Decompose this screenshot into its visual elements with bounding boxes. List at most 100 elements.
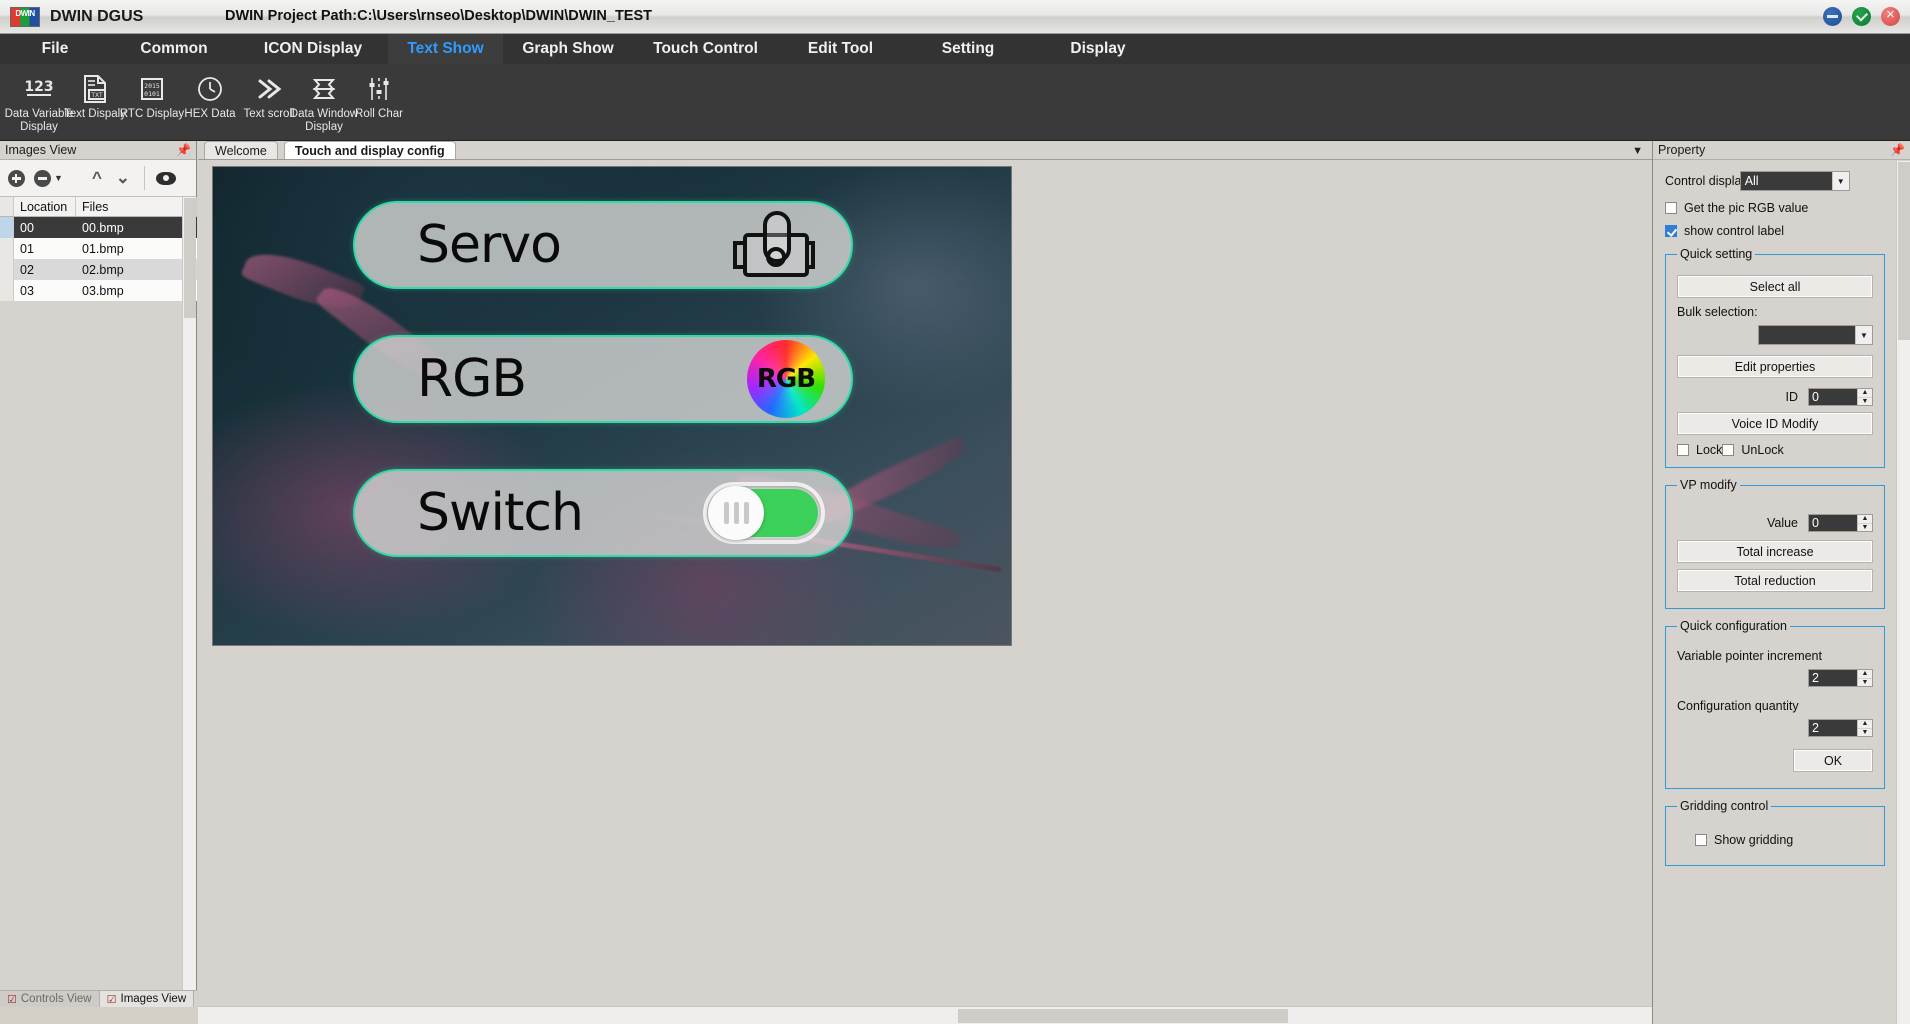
checkbox-label: UnLock [1741, 443, 1784, 457]
variable-pointer-increment-stepper[interactable]: 2 ▲ ▼ [1808, 669, 1873, 687]
design-control-switch[interactable]: Switch [353, 469, 853, 557]
title-bar: DWIN DGUS DWIN Project Path:C:\Users\rns… [0, 0, 1910, 34]
menu-item-graph-show[interactable]: Graph Show [503, 34, 633, 64]
variable-pointer-increment-value: 2 [1809, 670, 1857, 686]
remove-image-button[interactable] [30, 166, 54, 190]
lock-checkbox[interactable]: Lock [1677, 443, 1722, 457]
vp-value: 0 [1809, 515, 1857, 531]
maximize-button[interactable] [1852, 7, 1871, 26]
images-view-title: Images View [5, 143, 77, 157]
id-value: 0 [1809, 389, 1857, 405]
column-header-location[interactable]: Location [14, 197, 76, 216]
stepper-buttons[interactable]: ▲ ▼ [1857, 389, 1872, 405]
stepper-down-icon: ▼ [1861, 728, 1869, 736]
ribbon-button-roll-char[interactable]: Roll Char [340, 66, 418, 140]
calendar-rtc-icon: 2015 0101 [132, 72, 172, 106]
get-pic-rgb-value-checkbox[interactable]: Get the pic RGB value [1665, 201, 1885, 215]
menu-item-text-show[interactable]: Text Show [388, 34, 503, 64]
scrollbar-thumb[interactable] [184, 198, 196, 318]
chevron-down-icon[interactable]: ▼ [1831, 172, 1849, 190]
menu-item-display[interactable]: Display [1033, 34, 1163, 64]
design-canvas-area[interactable]: Servo RGB RGB Switch [198, 161, 1652, 1004]
tab-images-view[interactable]: ☑ Images View [99, 991, 195, 1007]
design-control-rgb[interactable]: RGB RGB [353, 335, 853, 423]
chevron-down-icon[interactable]: ▼ [54, 173, 63, 183]
vp-modify-legend: VP modify [1680, 478, 1737, 492]
table-row[interactable]: 02 02.bmp [0, 259, 197, 280]
left-panel-bottom-tabs: ☑ Controls View ☑ Images View [0, 990, 197, 1007]
preview-button[interactable] [154, 166, 178, 190]
quick-configuration-legend: Quick configuration [1680, 619, 1788, 633]
control-display-select[interactable]: All ▼ [1739, 171, 1850, 191]
canvas-horizontal-scrollbar[interactable] [198, 1006, 1652, 1024]
edit-properties-button[interactable]: Edit properties [1677, 355, 1873, 378]
bulk-selection-select[interactable]: ▼ [1758, 325, 1873, 345]
menu-item-touch-control[interactable]: Touch Control [633, 34, 778, 64]
images-list-scrollbar[interactable] [182, 197, 196, 1007]
cell-file: 01.bmp [82, 241, 124, 256]
toggle-switch-icon[interactable] [703, 482, 825, 544]
checkbox-box [1722, 444, 1735, 456]
bulk-selection-value [1759, 326, 1855, 344]
table-row[interactable]: 00 00.bmp [0, 217, 197, 238]
menu-item-file[interactable]: File [0, 34, 110, 64]
menu-item-common[interactable]: Common [110, 34, 238, 64]
row-gutter [0, 217, 14, 238]
checkbox-label: show control label [1684, 224, 1785, 238]
gridding-control-group: Gridding control Show gridding [1665, 799, 1885, 866]
table-row[interactable]: 01 01.bmp [0, 238, 197, 259]
images-view-toolbar: ▼ ^ ⌄ [0, 160, 196, 197]
stepper-buttons[interactable]: ▲ ▼ [1857, 515, 1872, 531]
images-file-table: Location Files 00 00.bmp 01 01.bmp 02 02… [0, 197, 197, 301]
checkbox-label: Show gridding [1714, 833, 1794, 847]
total-increase-button[interactable]: Total increase [1677, 540, 1873, 563]
scrollbar-thumb[interactable] [958, 1009, 1288, 1023]
id-stepper[interactable]: 0 ▲ ▼ [1808, 388, 1873, 406]
property-panel-scrollbar[interactable] [1896, 161, 1910, 1024]
ok-button[interactable]: OK [1793, 749, 1873, 772]
eye-icon [155, 171, 176, 185]
cell-location: 03 [20, 283, 34, 298]
configuration-quantity-stepper[interactable]: 2 ▲ ▼ [1808, 719, 1873, 737]
show-control-label-checkbox[interactable]: show control label [1665, 224, 1885, 238]
unlock-checkbox[interactable]: UnLock [1722, 443, 1784, 457]
property-panel-body: Control display All ▼ Get the pic RGB va… [1653, 161, 1897, 1024]
chevron-down-icon[interactable]: ▼ [1632, 145, 1643, 157]
stepper-buttons[interactable]: ▲ ▼ [1857, 720, 1872, 736]
close-button[interactable] [1881, 4, 1900, 26]
control-display-label: Control display [1665, 174, 1748, 188]
device-screen-preview[interactable]: Servo RGB RGB Switch [212, 166, 1012, 646]
menu-item-edit-tool[interactable]: Edit Tool [778, 34, 903, 64]
clipboard-check-icon: ☑ [7, 993, 17, 1006]
tab-controls-view[interactable]: ☑ Controls View [0, 991, 100, 1007]
pin-icon[interactable]: 📌 [1890, 143, 1905, 157]
move-down-button[interactable]: ⌄ [111, 166, 135, 190]
stepper-down-icon: ▼ [1861, 678, 1869, 686]
stepper-buttons[interactable]: ▲ ▼ [1857, 670, 1872, 686]
menu-item-icon-display[interactable]: ICON Display [238, 34, 388, 64]
select-all-button[interactable]: Select all [1677, 275, 1873, 298]
checkbox-box [1677, 444, 1689, 456]
dwin-logo-icon [10, 6, 40, 27]
minimize-button[interactable] [1823, 7, 1842, 26]
show-gridding-checkbox[interactable]: Show gridding [1695, 833, 1873, 847]
chevron-down-icon[interactable]: ▼ [1855, 326, 1872, 344]
doc-tab-welcome[interactable]: Welcome [204, 141, 278, 159]
design-control-servo[interactable]: Servo [353, 201, 853, 289]
rgb-color-wheel-icon: RGB [747, 340, 825, 418]
voice-id-modify-button[interactable]: Voice ID Modify [1677, 412, 1873, 435]
property-panel: Property 📌 Control display All ▼ Get the… [1652, 141, 1910, 1024]
move-up-button[interactable]: ^ [85, 166, 109, 190]
add-image-button[interactable] [4, 166, 28, 190]
double-chevron-right-icon [249, 72, 289, 106]
pin-icon[interactable]: 📌 [176, 143, 191, 157]
toolbar-divider [143, 166, 145, 190]
scrollbar-thumb[interactable] [1898, 162, 1910, 340]
vp-value-stepper[interactable]: 0 ▲ ▼ [1808, 514, 1873, 532]
doc-tab-touch-and-display-config[interactable]: Touch and display config [283, 141, 456, 159]
table-row[interactable]: 03 03.bmp [0, 280, 197, 301]
menu-item-setting[interactable]: Setting [903, 34, 1033, 64]
control-display-value: All [1740, 172, 1832, 190]
column-header-files[interactable]: Files [76, 197, 197, 216]
total-reduction-button[interactable]: Total reduction [1677, 569, 1873, 592]
